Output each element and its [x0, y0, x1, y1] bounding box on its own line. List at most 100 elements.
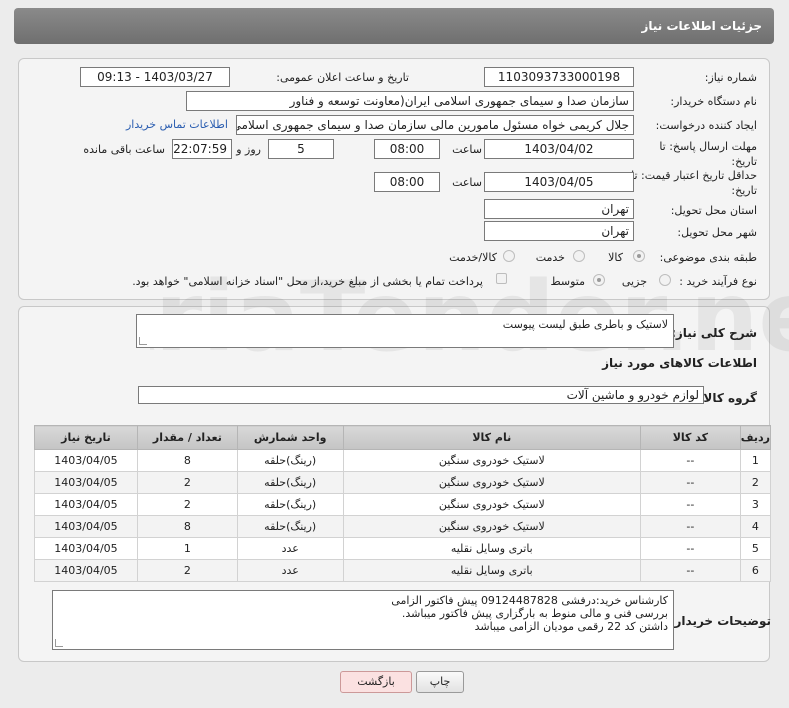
- cell-row-number: 2: [739, 471, 772, 494]
- cell-row-number: 5: [739, 537, 772, 560]
- table-header-row: ردیف کد کالا نام کالا واحد شمارش تعداد /…: [34, 425, 772, 450]
- cell-goods-name: لاستیک خودروی سنگین: [342, 471, 641, 494]
- table-row: 3 -- لاستیک خودروی سنگین (رینگ)حلقه 2 14…: [34, 493, 772, 516]
- cell-goods-code: --: [639, 537, 741, 560]
- cell-quantity: 2: [136, 559, 238, 582]
- cell-quantity: 8: [136, 515, 238, 538]
- category-goods-label: کالا: [608, 251, 623, 264]
- treasury-payment-checkbox[interactable]: [496, 273, 507, 284]
- goods-table: ردیف کد کالا نام کالا واحد شمارش تعداد /…: [34, 425, 772, 582]
- creator-label: ایجاد کننده درخواست:: [655, 119, 757, 132]
- cell-quantity: 1: [136, 537, 238, 560]
- col-unit: واحد شمارش: [236, 425, 344, 450]
- price-validity-time-label: ساعت: [452, 176, 482, 189]
- page-header: جزئیات اطلاعات نیاز: [14, 8, 774, 44]
- col-quantity: تعداد / مقدار: [136, 425, 238, 450]
- buyer-notes-line: داشتن کد 22 رقمی مودیان الزامی میباشد: [474, 620, 668, 633]
- days-label: روز و: [236, 143, 261, 156]
- treasury-payment-note: پرداخت تمام یا بخشی از مبلغ خرید،از محل …: [132, 275, 483, 288]
- cell-need-date: 1403/04/05: [34, 515, 138, 538]
- col-row-number: ردیف: [739, 425, 772, 450]
- buyer-org-label: نام دستگاه خریدار:: [670, 95, 757, 108]
- cell-unit: (رینگ)حلقه: [236, 493, 344, 516]
- cell-goods-code: --: [639, 493, 741, 516]
- cell-goods-code: --: [639, 449, 741, 472]
- process-minor-label: جزیی: [621, 275, 647, 288]
- table-row: 1 -- لاستیک خودروی سنگین (رینگ)حلقه 8 14…: [34, 449, 772, 472]
- delivery-city-label: شهر محل تحویل:: [677, 226, 757, 239]
- announce-datetime-field: 1403/03/27 - 09:13: [80, 67, 230, 87]
- goods-group-label: گروه کالا:: [698, 391, 757, 405]
- cell-quantity: 8: [136, 449, 238, 472]
- description-text: لاستیک و باطری طبق لیست پیوست: [502, 318, 668, 331]
- cell-need-date: 1403/04/05: [34, 449, 138, 472]
- cell-need-date: 1403/04/05: [34, 493, 138, 516]
- delivery-province-label: استان محل تحویل:: [670, 204, 757, 217]
- cell-quantity: 2: [136, 493, 238, 516]
- reply-time-label: ساعت: [452, 143, 482, 156]
- remaining-time-field: 22:07:59: [172, 139, 232, 159]
- cell-goods-code: --: [639, 515, 741, 538]
- cell-unit: (رینگ)حلقه: [236, 471, 344, 494]
- cell-row-number: 1: [739, 449, 772, 472]
- category-label: طبقه بندی موضوعی:: [659, 251, 757, 264]
- days-field: 5: [268, 139, 334, 159]
- cell-need-date: 1403/04/05: [34, 559, 138, 582]
- cell-need-date: 1403/04/05: [34, 471, 138, 494]
- cell-goods-name: لاستیک خودروی سنگین: [342, 449, 641, 472]
- announce-datetime-label: تاریخ و ساعت اعلان عمومی:: [276, 71, 409, 84]
- category-service-radio[interactable]: [573, 250, 585, 262]
- creator-field: جلال کریمی خواه مسئول مامورین مالی سازما…: [236, 115, 634, 135]
- cell-row-number: 6: [739, 559, 772, 582]
- col-goods-code: کد کالا: [639, 425, 741, 450]
- print-button[interactable]: چاپ: [416, 671, 464, 693]
- price-validity-date-field: 1403/04/05: [484, 172, 634, 192]
- cell-goods-name: لاستیک خودروی سنگین: [342, 493, 641, 516]
- cell-row-number: 4: [739, 515, 772, 538]
- resize-grip-icon[interactable]: [139, 337, 147, 345]
- table-row: 4 -- لاستیک خودروی سنگین (رینگ)حلقه 8 14…: [34, 515, 772, 538]
- buyer-notes-line: کارشناس خرید:درفشی 09124487828 پیش فاکتو…: [391, 594, 668, 607]
- page-title: جزئیات اطلاعات نیاز: [641, 19, 762, 33]
- resize-grip-icon[interactable]: [55, 639, 63, 647]
- buyer-org-field: سازمان صدا و سیمای جمهوری اسلامی ایران(م…: [186, 91, 634, 111]
- category-service-label: خدمت: [535, 251, 565, 264]
- cell-goods-name: لاستیک خودروی سنگین: [342, 515, 641, 538]
- price-validity-label: حداقل تاریخ اعتبار قیمت: تا تاریخ:: [631, 169, 757, 197]
- cell-quantity: 2: [136, 471, 238, 494]
- delivery-city-field: تهران: [484, 221, 634, 241]
- cell-unit: (رینگ)حلقه: [236, 449, 344, 472]
- process-medium-radio[interactable]: [593, 274, 605, 286]
- buyer-notes-field: کارشناس خرید:درفشی 09124487828 پیش فاکتو…: [52, 590, 674, 650]
- reply-date-field: 1403/04/02: [484, 139, 634, 159]
- cell-need-date: 1403/04/05: [34, 537, 138, 560]
- process-medium-label: متوسط: [550, 275, 585, 288]
- reply-time-field: 08:00: [374, 139, 440, 159]
- category-goods-radio[interactable]: [633, 250, 645, 262]
- process-minor-radio[interactable]: [659, 274, 671, 286]
- description-field: لاستیک و باطری طبق لیست پیوست: [136, 314, 674, 348]
- cell-goods-code: --: [639, 471, 741, 494]
- buyer-contact-link[interactable]: اطلاعات تماس خریدار: [126, 118, 228, 131]
- cell-unit: (رینگ)حلقه: [236, 515, 344, 538]
- col-goods-name: نام کالا: [342, 425, 641, 450]
- back-button[interactable]: بازگشت: [340, 671, 412, 693]
- cell-goods-name: باتری وسایل نقلیه: [342, 559, 641, 582]
- buyer-notes-line: بررسی فنی و مالی منوط به بارگزاری پیش فا…: [401, 607, 668, 620]
- delivery-province-field: تهران: [484, 199, 634, 219]
- cell-goods-code: --: [639, 559, 741, 582]
- cell-unit: عدد: [236, 559, 344, 582]
- category-goods-service-radio[interactable]: [503, 250, 515, 262]
- need-number-label: شماره نیاز:: [704, 71, 757, 84]
- cell-goods-name: باتری وسایل نقلیه: [342, 537, 641, 560]
- table-row: 2 -- لاستیک خودروی سنگین (رینگ)حلقه 2 14…: [34, 471, 772, 494]
- remaining-time-label: ساعت باقی مانده: [83, 143, 165, 156]
- cell-row-number: 3: [739, 493, 772, 516]
- process-label: نوع فرآیند خرید :: [679, 275, 757, 288]
- goods-group-field: لوازم خودرو و ماشین آلات: [138, 386, 704, 404]
- table-row: 5 -- باتری وسایل نقلیه عدد 1 1403/04/05: [34, 537, 772, 560]
- reply-deadline-label: مهلت ارسال پاسخ: تا تاریخ:: [659, 140, 757, 168]
- description-label: شرح کلی نیاز:: [671, 326, 757, 340]
- category-goods-service-label: کالا/خدمت: [449, 251, 497, 264]
- cell-unit: عدد: [236, 537, 344, 560]
